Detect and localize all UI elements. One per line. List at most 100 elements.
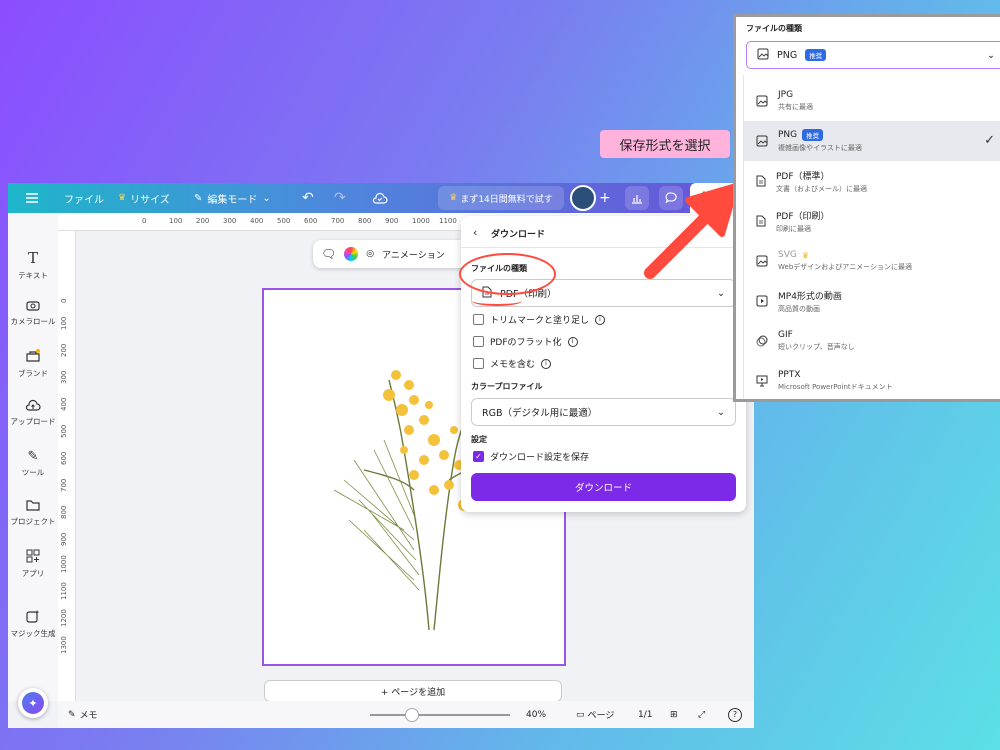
redo-icon[interactable]: ↷	[334, 183, 346, 213]
option-desc: Microsoft PowerPointドキュメント	[778, 383, 893, 391]
zoom-slider-handle[interactable]	[405, 707, 419, 722]
recommended-badge: 推奨	[802, 129, 824, 141]
format-option-pptx[interactable]: PPTX Microsoft PowerPointドキュメント	[744, 361, 1000, 399]
sidebar-item-apps[interactable]: アプリ	[8, 549, 58, 579]
sidebar-item-tools[interactable]: ✎ ツール	[8, 449, 58, 478]
fullscreen-icon[interactable]: ⤢	[698, 701, 705, 728]
pages-button[interactable]: ▭ ページ	[576, 701, 614, 728]
document-icon	[756, 212, 766, 231]
ruler-tick: 200	[196, 217, 210, 225]
option-name: PNG	[778, 130, 798, 140]
sidebar-item-label: アップロード	[10, 417, 56, 426]
sidebar-item-upload[interactable]: アップロード	[8, 399, 58, 427]
avatar[interactable]	[570, 185, 596, 211]
undo-icon[interactable]: ↶	[302, 183, 314, 213]
checkbox-label: トリムマークと塗り足し	[490, 316, 590, 326]
checkbox-box[interactable]	[473, 314, 484, 325]
animation-button[interactable]: アニメーション	[382, 248, 445, 261]
ruler-tick: 400	[60, 397, 68, 411]
image-icon	[756, 132, 768, 151]
flatten-pdf-checkbox[interactable]: PDFのフラット化 i	[473, 335, 578, 348]
comment-add-icon[interactable]: 🗨	[321, 247, 336, 261]
cloud-save-icon[interactable]	[372, 183, 388, 213]
zoom-slider[interactable]	[370, 701, 510, 728]
option-name: JPG	[778, 90, 794, 100]
pages-label: ページ	[587, 711, 615, 721]
option-name: MP4形式の動画	[778, 291, 842, 302]
sidebar-item-camera-roll[interactable]: カメラロール	[8, 299, 58, 327]
checkmark-icon: ✓	[984, 133, 995, 148]
panel-title: ダウンロード	[491, 230, 546, 240]
ruler-tick: 600	[60, 451, 68, 465]
trial-button[interactable]: ♛ まず14日間無料で試す	[438, 186, 564, 210]
save-settings-checkbox[interactable]: ✓ ダウンロード設定を保存	[473, 450, 589, 463]
video-icon	[756, 292, 768, 311]
edit-mode-button[interactable]: ✎ 編集モード ⌄	[194, 183, 271, 213]
format-option-gif[interactable]: GIF 短いクリップ、音声なし	[744, 321, 1000, 361]
crown-icon: ♛	[449, 193, 458, 203]
info-icon[interactable]: i	[567, 336, 578, 347]
bottom-bar: ✎ メモ 40% ▭ ページ 1/1 ⊞ ⤢ ?	[58, 701, 754, 728]
floating-toolbar: 🗨 ◎ アニメーション	[313, 240, 483, 268]
ruler-tick: 800	[358, 217, 372, 225]
chevron-down-icon: ⌄	[987, 49, 995, 61]
file-menu[interactable]: ファイル	[64, 183, 104, 213]
sidebar-item-label: ブランド	[18, 369, 48, 378]
dropdown-select[interactable]: PNG 推奨 ⌄	[746, 41, 1000, 69]
format-option-pdf-standard[interactable]: PDF（標準） 文書（およびメール）に最適	[744, 161, 1000, 201]
apps-icon	[26, 549, 40, 565]
info-icon[interactable]: i	[541, 358, 552, 369]
chevron-down-icon: ⌄	[717, 287, 725, 299]
magic-assistant-button[interactable]: ✦	[18, 688, 48, 718]
format-option-png[interactable]: PNG 推奨 複雑画像やイラストに最適 ✓	[744, 121, 1000, 161]
ruler-tick: 500	[277, 217, 291, 225]
help-icon[interactable]: ?	[728, 701, 742, 728]
ruler-tick: 700	[60, 478, 68, 492]
format-option-svg[interactable]: SVG ♛ Webデザインおよびアニメーションに最適	[744, 241, 1000, 281]
sidebar-item-brand[interactable]: ブランド	[8, 349, 58, 379]
color-profile-select[interactable]: RGB（デジタル用に最適） ⌄	[471, 398, 736, 426]
sidebar-item-text[interactable]: T テキスト	[8, 249, 58, 281]
recommended-badge: 推奨	[805, 49, 827, 61]
option-name: PPTX	[778, 370, 801, 380]
menu-icon[interactable]	[26, 183, 38, 213]
ruler-tick: 1200	[60, 609, 68, 627]
settings-label: 設定	[471, 435, 487, 444]
zoom-level[interactable]: 40%	[526, 701, 546, 728]
chevron-down-icon: ⌄	[717, 406, 725, 418]
animation-icon: ◎	[366, 249, 375, 259]
add-collaborator-icon[interactable]: +	[599, 183, 611, 213]
checkbox-box[interactable]	[473, 336, 484, 347]
sidebar-item-projects[interactable]: プロジェクト	[8, 499, 58, 527]
checkbox-label: メモを含む	[490, 360, 536, 370]
option-desc: 短いクリップ、音声なし	[778, 343, 855, 351]
magic-icon	[26, 609, 40, 625]
download-button[interactable]: ダウンロード	[471, 473, 736, 501]
format-option-mp4[interactable]: MP4形式の動画 高品質の動画	[744, 281, 1000, 321]
color-wheel-icon[interactable]	[344, 247, 359, 261]
ruler-tick: 1300	[60, 636, 68, 654]
sidebar-item-magic[interactable]: マジック生成	[8, 609, 58, 639]
crown-icon: ♛	[801, 250, 810, 260]
grid-view-icon[interactable]: ⊞	[670, 701, 678, 728]
color-profile-value: RGB（デジタル用に最適）	[482, 408, 598, 419]
checkbox-box-checked[interactable]: ✓	[473, 451, 484, 462]
download-button-label: ダウンロード	[574, 483, 632, 494]
resize-button[interactable]: ♛ リサイズ	[118, 183, 170, 213]
chevron-down-icon: ⌄	[262, 192, 271, 204]
option-desc: 共有に最適	[778, 103, 813, 111]
add-page-button[interactable]: + ページを追加	[264, 680, 562, 702]
back-icon[interactable]: ‹	[473, 226, 477, 239]
trim-marks-checkbox[interactable]: トリムマークと塗り足し i	[473, 313, 606, 326]
format-option-jpg[interactable]: JPG 共有に最適	[744, 81, 1000, 121]
document-icon	[756, 172, 766, 191]
checkbox-box[interactable]	[473, 358, 484, 369]
image-icon	[756, 92, 768, 111]
checkbox-label: ダウンロード設定を保存	[490, 453, 590, 463]
option-name: PDF（印刷）	[776, 211, 830, 222]
format-option-pdf-print[interactable]: PDF（印刷） 印刷に最適	[744, 201, 1000, 241]
info-icon[interactable]: i	[595, 314, 606, 325]
left-sidebar: T テキスト カメラロール ブランド アップロード ✎ ツール プロジェクト ア…	[8, 213, 58, 701]
memo-button[interactable]: ✎ メモ	[68, 701, 98, 728]
include-memo-checkbox[interactable]: メモを含む i	[473, 357, 552, 370]
